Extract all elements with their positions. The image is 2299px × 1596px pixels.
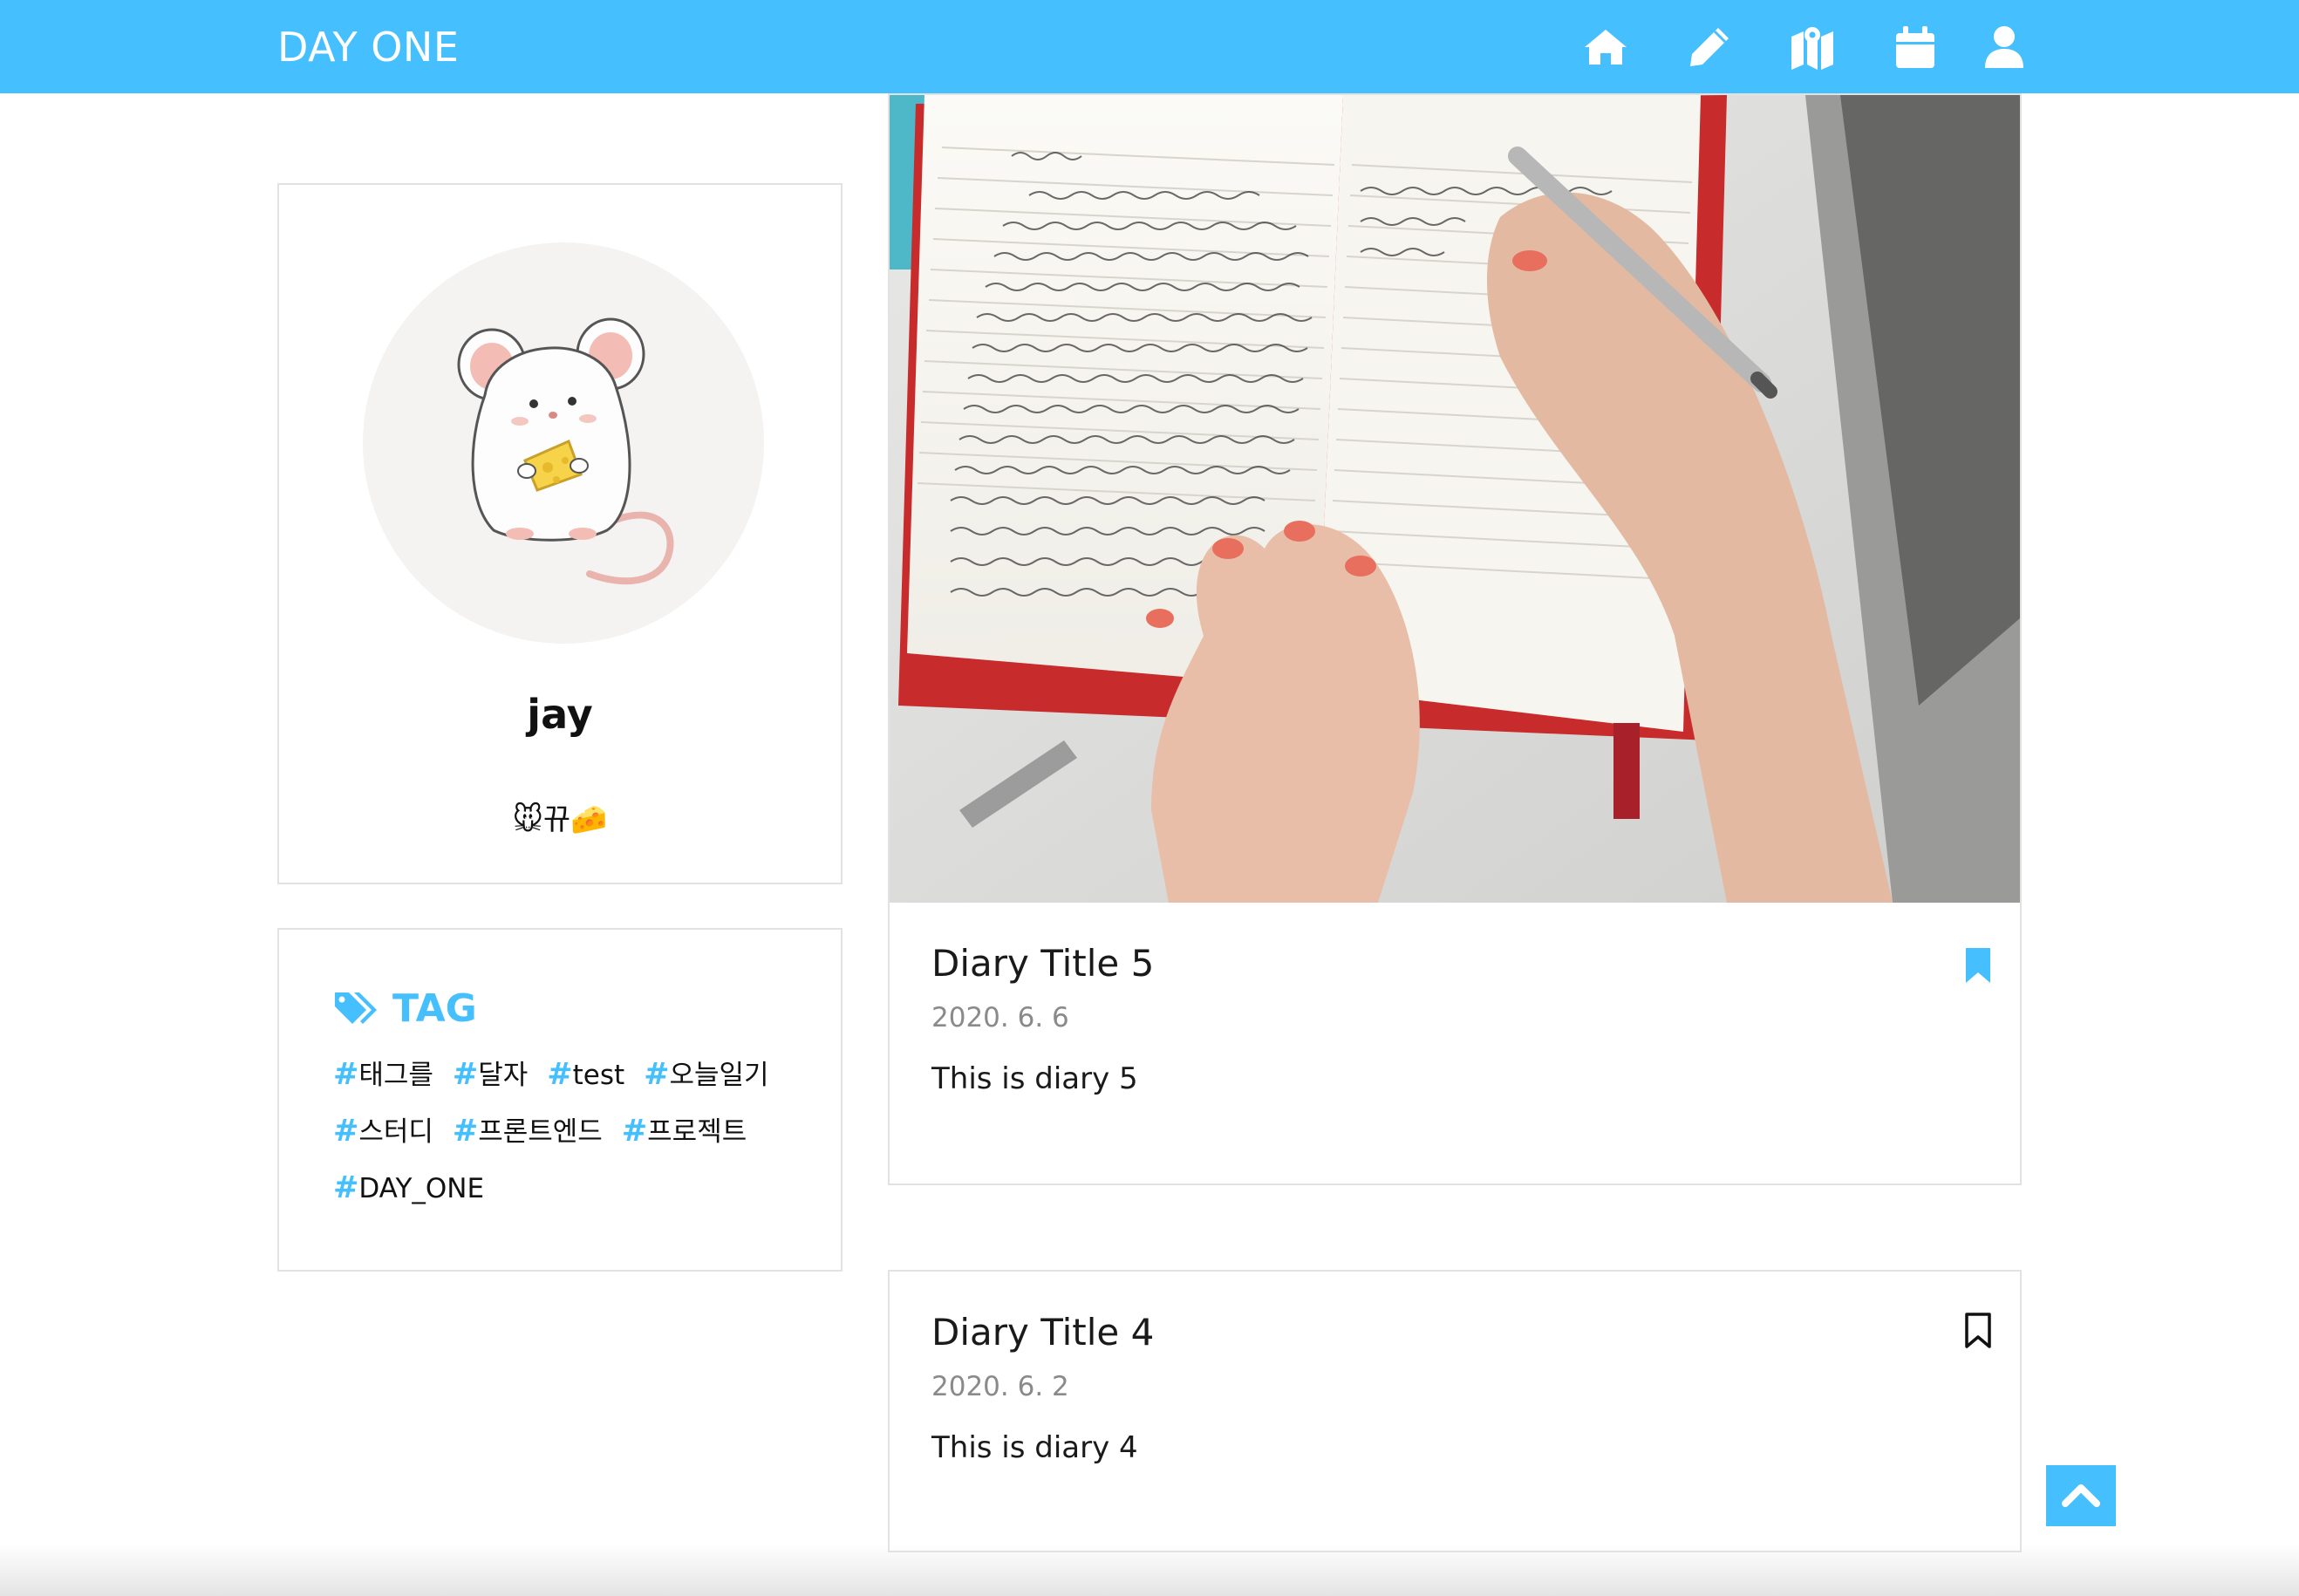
mouse-with-cheese-illustration xyxy=(457,317,674,585)
diary-title[interactable]: Diary Title 4 xyxy=(931,1308,1978,1357)
app-logo[interactable]: DAY ONE xyxy=(277,21,459,73)
diary-excerpt: This is diary 4 xyxy=(931,1430,1138,1465)
chevron-up-icon xyxy=(2062,1484,2100,1507)
diary-card[interactable]: Diary Title 5 2020. 6. 6 This is diary 5 xyxy=(888,93,2022,1185)
profile-username: jay xyxy=(527,691,593,738)
user-icon[interactable] xyxy=(1980,23,2029,72)
tag-list: #태그를 #달자 #test #오늘일기 #스터디 #프론트엔드 #프로젝트 #… xyxy=(333,1055,822,1208)
tag-title: TAG xyxy=(392,986,477,1031)
diary-date: 2020. 6. 2 xyxy=(931,1371,1069,1402)
bottom-shadow xyxy=(0,1544,2299,1596)
tag-card: TAG #태그를 #달자 #test #오늘일기 #스터디 #프론트엔드 #프로… xyxy=(277,928,843,1272)
tag-item[interactable]: #프론트엔드 xyxy=(453,1112,603,1151)
tags-icon xyxy=(335,992,377,1024)
scroll-to-top-button[interactable] xyxy=(2046,1465,2116,1526)
profile-bio: 🐭뀨🧀 xyxy=(512,802,608,837)
diary-photo[interactable] xyxy=(890,95,2020,903)
home-icon[interactable] xyxy=(1581,23,1630,72)
diary-title[interactable]: Diary Title 5 xyxy=(931,939,1978,988)
diary-excerpt: This is diary 5 xyxy=(931,1061,1138,1096)
diary-body: Diary Title 4 2020. 6. 2 This is diary 4 xyxy=(931,1308,1978,1467)
tag-item[interactable]: #달자 xyxy=(453,1055,528,1095)
diary-date: 2020. 6. 6 xyxy=(931,1002,1069,1033)
tag-item[interactable]: #DAY_ONE xyxy=(333,1169,484,1208)
tag-item[interactable]: #오늘일기 xyxy=(644,1055,768,1095)
profile-avatar xyxy=(363,242,764,644)
pencil-icon[interactable] xyxy=(1685,23,1734,72)
calendar-icon[interactable] xyxy=(1891,23,1940,72)
tag-item[interactable]: #스터디 xyxy=(333,1112,433,1151)
bookmark-outline-icon[interactable] xyxy=(1962,1312,1994,1350)
map-icon[interactable] xyxy=(1788,23,1837,72)
top-navbar: DAY ONE xyxy=(0,0,2299,93)
diary-card[interactable]: Diary Title 4 2020. 6. 2 This is diary 4 xyxy=(888,1270,2022,1552)
tag-header: TAG xyxy=(333,982,477,1034)
tag-item[interactable]: #test xyxy=(547,1055,624,1095)
tag-item[interactable]: #태그를 xyxy=(333,1055,433,1095)
profile-card: jay 🐭뀨🧀 xyxy=(277,183,843,884)
bookmark-filled-icon[interactable] xyxy=(1962,946,1994,985)
tag-item[interactable]: #프로젝트 xyxy=(622,1112,747,1151)
diary-body: Diary Title 5 2020. 6. 6 This is diary 5 xyxy=(931,939,1978,1098)
